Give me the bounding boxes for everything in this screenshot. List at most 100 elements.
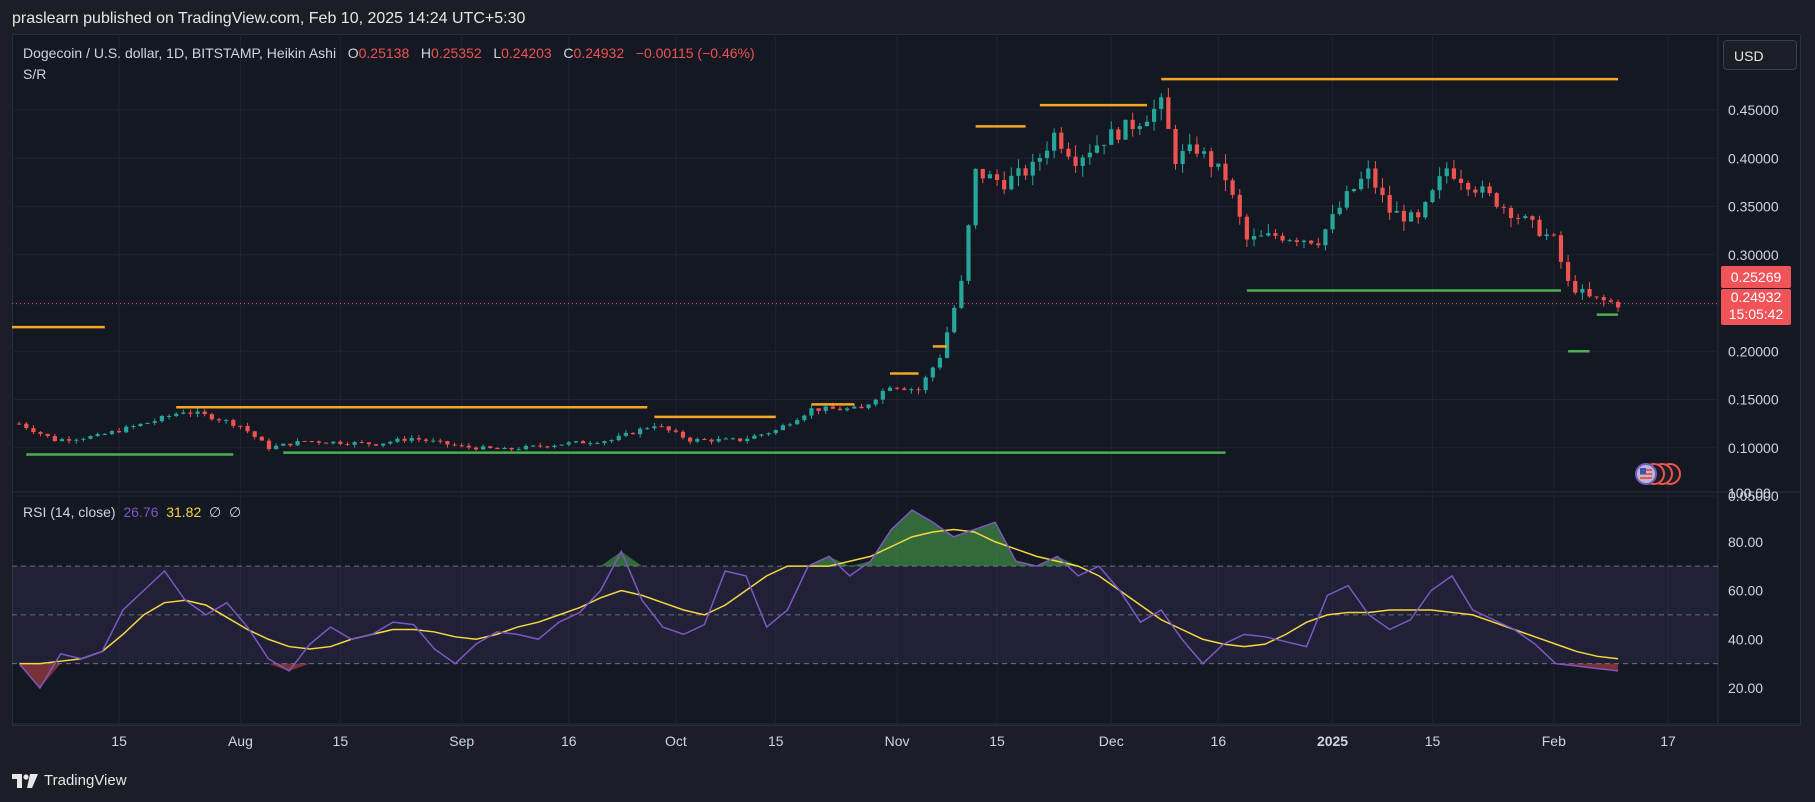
candle-body-up bbox=[866, 404, 871, 409]
candle-body-down bbox=[837, 408, 843, 411]
time-tick-label: Dec bbox=[1099, 733, 1124, 749]
candle-body-up bbox=[174, 413, 179, 416]
bar-countdown-label: 15:05:42 bbox=[1728, 306, 1784, 322]
candle-body-down bbox=[116, 431, 122, 433]
sr-indicator-label[interactable]: S/R bbox=[23, 66, 46, 82]
candle-body-down bbox=[1566, 261, 1571, 281]
footer-brand[interactable]: TradingView bbox=[12, 772, 127, 789]
candle-body-down bbox=[680, 431, 686, 438]
candle-body-down bbox=[1466, 182, 1471, 190]
candle-body-up bbox=[973, 168, 978, 226]
candle-body-up bbox=[1080, 157, 1085, 166]
rsi-title[interactable]: RSI (14, close) bbox=[23, 504, 116, 520]
candle-body-up bbox=[281, 443, 286, 446]
candle-body-up bbox=[331, 441, 336, 444]
candle-body-down bbox=[1209, 151, 1214, 167]
candle-body-down bbox=[438, 440, 443, 442]
footer-brand-label: TradingView bbox=[44, 772, 127, 789]
candle-body-up bbox=[502, 447, 507, 450]
candle-body-up bbox=[59, 439, 65, 442]
candle-body-up bbox=[795, 420, 800, 425]
economic-events-icon[interactable] bbox=[1628, 462, 1684, 486]
candle-body-down bbox=[1059, 132, 1064, 149]
candle-body-up bbox=[566, 442, 571, 445]
candle-body-up bbox=[1344, 191, 1349, 208]
candle-body-up bbox=[752, 435, 757, 439]
candle-body-down bbox=[509, 447, 514, 450]
price-tick-label: 0.30000 bbox=[1728, 247, 1779, 263]
high-value: 0.25352 bbox=[431, 45, 482, 61]
candle-body-down bbox=[488, 446, 493, 449]
candle-body-up bbox=[609, 440, 614, 442]
rsi-na-1: ∅ bbox=[209, 504, 222, 520]
candle-body-down bbox=[1173, 128, 1178, 164]
time-tick-label: Sep bbox=[449, 733, 474, 749]
rsi-tick-label: 80.00 bbox=[1728, 534, 1763, 550]
candle-body-down bbox=[1073, 156, 1078, 166]
candle-body-down bbox=[1494, 193, 1499, 207]
candle-body-down bbox=[1166, 97, 1171, 129]
candle-body-up bbox=[1408, 212, 1414, 222]
low-label: L bbox=[493, 45, 502, 61]
candle-body-up bbox=[1330, 214, 1335, 230]
candle-body-up bbox=[1351, 189, 1357, 192]
rsi-overbought-fill bbox=[19, 510, 1619, 567]
price-tick-label: 0.15000 bbox=[1728, 392, 1779, 408]
candle-body-up bbox=[1159, 97, 1164, 109]
candle-body-down bbox=[1237, 194, 1242, 217]
candle-body-down bbox=[1002, 180, 1007, 190]
candle-body-down bbox=[1530, 216, 1535, 220]
candle-body-down bbox=[402, 438, 407, 441]
candle-body-down bbox=[1316, 243, 1321, 246]
rsi-oversold-fill bbox=[19, 663, 1619, 688]
candle-body-up bbox=[481, 446, 486, 450]
candle-body-up bbox=[74, 439, 79, 441]
candle-body-down bbox=[994, 174, 1000, 181]
candle-body-down bbox=[359, 442, 364, 444]
candle-body-down bbox=[659, 426, 664, 428]
candle-body-down bbox=[1487, 186, 1492, 194]
candle-body-down bbox=[1516, 217, 1521, 219]
candle-body-down bbox=[1416, 212, 1421, 218]
candle-body-up bbox=[559, 444, 564, 446]
candle-body-down bbox=[1066, 148, 1071, 157]
price-tick-label: 0.40000 bbox=[1728, 150, 1779, 166]
candle-body-up bbox=[1087, 152, 1092, 158]
candle-body-down bbox=[1473, 189, 1478, 193]
rsi-ma-value: 31.82 bbox=[166, 504, 202, 520]
candle-body-up bbox=[530, 445, 536, 447]
candle-body-up bbox=[887, 387, 893, 391]
symbol-title[interactable]: Dogecoin / U.S. dollar, 1D, BITSTAMP, He… bbox=[23, 45, 336, 61]
candle-body-up bbox=[623, 432, 628, 436]
candle-body-up bbox=[802, 415, 807, 421]
candle-body-down bbox=[445, 441, 450, 445]
candle-body-down bbox=[302, 440, 307, 442]
candle-body-up bbox=[723, 438, 728, 440]
time-tick-label: 15 bbox=[768, 733, 784, 749]
candle-body-down bbox=[1194, 144, 1200, 154]
chart-canvas[interactable]: 0.450000.400000.350000.300000.250000.200… bbox=[0, 0, 1815, 802]
candle-body-down bbox=[1558, 235, 1564, 262]
candle-body-down bbox=[702, 439, 707, 441]
candle-body-up bbox=[1144, 121, 1150, 127]
candle-body-down bbox=[452, 444, 457, 446]
currency-selector[interactable]: USD bbox=[1723, 40, 1797, 70]
candle-body-down bbox=[309, 441, 314, 443]
candle-body-up bbox=[1266, 233, 1271, 236]
time-tick-label: Feb bbox=[1542, 733, 1566, 749]
price-tick-label: 0.20000 bbox=[1728, 343, 1779, 359]
candle-body-up bbox=[1259, 235, 1264, 237]
candle-body-down bbox=[737, 438, 743, 442]
candle-body-up bbox=[552, 445, 557, 447]
rsi-na-2: ∅ bbox=[229, 504, 242, 520]
candle-body-up bbox=[88, 436, 93, 439]
candle-body-up bbox=[1287, 240, 1292, 242]
candle-body-up bbox=[845, 408, 850, 411]
candle-body-down bbox=[202, 411, 207, 415]
candle-body-up bbox=[937, 357, 943, 368]
candle-body-up bbox=[395, 438, 400, 442]
candle-body-up bbox=[1544, 234, 1549, 237]
time-tick-label: Aug bbox=[228, 733, 253, 749]
candle-body-up bbox=[1123, 119, 1128, 140]
candle-body-up bbox=[987, 174, 993, 179]
